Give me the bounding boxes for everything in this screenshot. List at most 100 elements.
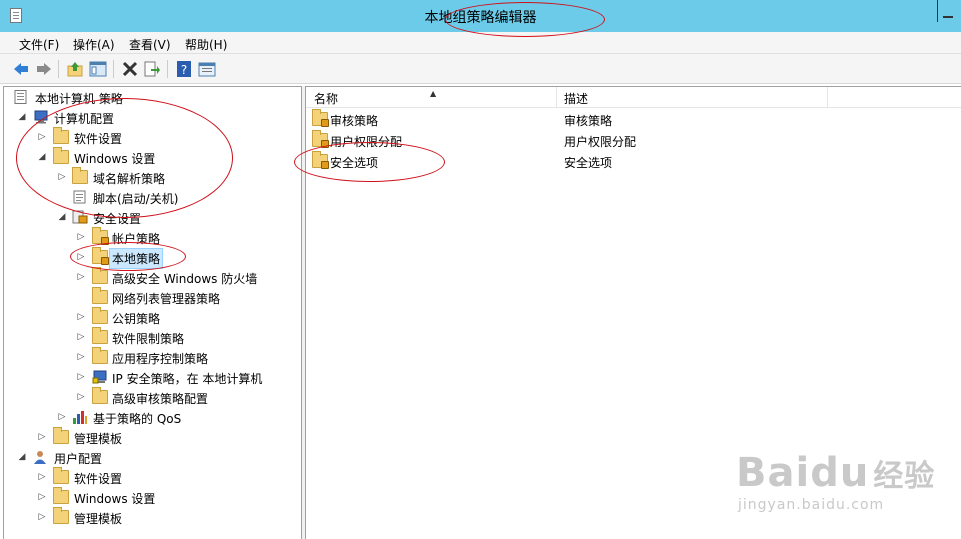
tree-label: Windows 设置 xyxy=(74,152,156,166)
tree-item-user-admin-templates[interactable]: ▷ 管理模板 xyxy=(4,507,301,527)
tree-label: 软件限制策略 xyxy=(112,332,185,346)
tree-label: 安全设置 xyxy=(93,212,142,226)
expand-arrow-icon[interactable]: ▷ xyxy=(76,252,86,262)
tree-label: 高级审核策略配置 xyxy=(112,392,209,406)
window-title: 本地组策略编辑器 xyxy=(424,10,537,26)
collapse-arrow-icon[interactable]: ◢ xyxy=(37,152,47,162)
tree-item-local-policies[interactable]: ▷ 本地策略 xyxy=(4,247,301,269)
tree-item-ip-security[interactable]: ▷ IP 安全策略，在 本地计算机 xyxy=(4,367,301,387)
tree-label: 帐户策略 xyxy=(112,232,161,246)
column-header-description[interactable]: 描述 xyxy=(564,90,588,107)
properties-icon[interactable] xyxy=(198,60,216,78)
tree-label: 管理模板 xyxy=(74,432,123,446)
menu-action[interactable]: 操作(A) xyxy=(71,36,117,53)
tree-label: 域名解析策略 xyxy=(93,172,166,186)
column-divider[interactable] xyxy=(556,87,557,108)
collapse-arrow-icon[interactable]: ◢ xyxy=(17,452,27,462)
back-icon[interactable] xyxy=(12,60,30,78)
locked-folder-icon xyxy=(92,227,109,245)
menu-bar: 文件(F) 操作(A) 查看(V) 帮助(H) xyxy=(0,32,961,54)
folder-icon xyxy=(92,347,108,364)
delete-icon[interactable] xyxy=(121,60,139,78)
menu-view[interactable]: 查看(V) xyxy=(127,36,173,53)
tree-label: 管理模板 xyxy=(74,512,123,526)
expand-arrow-icon[interactable]: ▷ xyxy=(37,472,47,482)
folder-icon xyxy=(53,147,69,164)
expand-arrow-icon[interactable]: ▷ xyxy=(57,172,67,182)
folder-icon xyxy=(72,167,88,184)
collapse-arrow-icon[interactable]: ◢ xyxy=(57,212,67,222)
minimize-button[interactable] xyxy=(937,0,957,22)
tree-item-computer-config[interactable]: ◢ 计算机配置 xyxy=(4,107,301,127)
watermark-brand: Baidu 经验 xyxy=(736,450,935,496)
expand-arrow-icon[interactable]: ▷ xyxy=(76,332,86,342)
tree-label: IP 安全策略，在 本地计算机 xyxy=(112,372,263,386)
expand-arrow-icon[interactable]: ▷ xyxy=(76,272,86,282)
tree-label: 脚本(启动/关机) xyxy=(93,192,179,206)
tree-item-user-config[interactable]: ◢ 用户配置 xyxy=(4,447,301,467)
folder-icon xyxy=(92,267,108,284)
forward-icon[interactable] xyxy=(35,60,53,78)
tree-label: 本地策略 xyxy=(109,248,164,269)
list-item[interactable]: 审核策略 审核策略 xyxy=(306,109,961,129)
show-hide-tree-icon[interactable] xyxy=(89,60,107,78)
sort-ascending-icon: ▲ xyxy=(430,89,437,98)
tree-item-software-restriction[interactable]: ▷ 软件限制策略 xyxy=(4,327,301,347)
item-description: 安全选项 xyxy=(564,156,613,170)
watermark-url: jingyan.baidu.com xyxy=(738,497,885,513)
expand-arrow-icon[interactable]: ▷ xyxy=(37,512,47,522)
export-icon[interactable] xyxy=(143,60,161,78)
expand-arrow-icon[interactable]: ▷ xyxy=(37,432,47,442)
help-icon[interactable]: ? xyxy=(175,60,193,78)
up-folder-icon[interactable] xyxy=(66,60,84,78)
tree-item-scripts[interactable]: 脚本(启动/关机) xyxy=(4,187,301,207)
toolbar: ? xyxy=(0,54,961,84)
column-divider[interactable] xyxy=(827,87,828,108)
security-settings-icon xyxy=(72,210,88,224)
title-bar[interactable]: 本地组策略编辑器 xyxy=(0,0,961,32)
tree-item-name-resolution[interactable]: ▷ 域名解析策略 xyxy=(4,167,301,187)
tree-item-advanced-audit[interactable]: ▷ 高级审核策略配置 xyxy=(4,387,301,407)
menu-file[interactable]: 文件(F) xyxy=(17,36,61,53)
tree-item-admin-templates[interactable]: ▷ 管理模板 xyxy=(4,427,301,447)
tree-root[interactable]: 本地计算机 策略 xyxy=(4,87,301,107)
menu-help[interactable]: 帮助(H) xyxy=(183,36,229,53)
tree-item-security-settings[interactable]: ◢ 安全设置 xyxy=(4,207,301,227)
tree-item-user-software-settings[interactable]: ▷ 软件设置 xyxy=(4,467,301,487)
expand-arrow-icon[interactable]: ▷ xyxy=(57,412,67,422)
tree-item-software-settings[interactable]: ▷ 软件设置 xyxy=(4,127,301,147)
expand-arrow-icon[interactable]: ▷ xyxy=(37,492,47,502)
expand-arrow-icon[interactable]: ▷ xyxy=(76,372,86,382)
locked-folder-icon xyxy=(312,130,329,148)
tree-item-account-policies[interactable]: ▷ 帐户策略 xyxy=(4,227,301,247)
folder-icon xyxy=(92,307,108,324)
tree-item-windows-settings[interactable]: ◢ Windows 设置 xyxy=(4,147,301,167)
expand-arrow-icon[interactable]: ▷ xyxy=(76,312,86,322)
locked-folder-icon xyxy=(312,109,329,127)
tree-item-firewall[interactable]: ▷ 高级安全 Windows 防火墙 xyxy=(4,267,301,287)
list-item[interactable]: 用户权限分配 用户权限分配 xyxy=(306,130,961,150)
tree-label: 用户配置 xyxy=(54,452,103,466)
expand-arrow-icon[interactable]: ▷ xyxy=(76,232,86,242)
item-name: 审核策略 xyxy=(330,114,379,128)
list-item[interactable]: 安全选项 安全选项 xyxy=(306,151,961,171)
computer-icon xyxy=(34,110,48,124)
expand-arrow-icon[interactable]: ▷ xyxy=(76,352,86,362)
toolbar-separator xyxy=(58,60,59,78)
folder-icon xyxy=(53,507,69,524)
tree-pane[interactable]: 本地计算机 策略 ◢ 计算机配置 ▷ 软件设置 ◢ Windows 设置 ▷ 域… xyxy=(3,86,302,539)
tree-item-public-key[interactable]: ▷ 公钥策略 xyxy=(4,307,301,327)
locked-folder-icon xyxy=(312,151,329,169)
tree-item-user-windows-settings[interactable]: ▷ Windows 设置 xyxy=(4,487,301,507)
user-icon xyxy=(34,451,46,464)
ip-security-icon xyxy=(92,370,107,384)
expand-arrow-icon[interactable]: ▷ xyxy=(37,132,47,142)
collapse-arrow-icon[interactable]: ◢ xyxy=(17,112,27,122)
item-name: 用户权限分配 xyxy=(330,135,403,149)
expand-arrow-icon[interactable]: ▷ xyxy=(76,392,86,402)
tree-item-app-control[interactable]: ▷ 应用程序控制策略 xyxy=(4,347,301,367)
tree-item-qos[interactable]: ▷ 基于策略的 QoS xyxy=(4,407,301,427)
folder-icon xyxy=(92,287,108,304)
column-header-name[interactable]: 名称 xyxy=(314,90,338,107)
tree-item-network-list[interactable]: 网络列表管理器策略 xyxy=(4,287,301,307)
